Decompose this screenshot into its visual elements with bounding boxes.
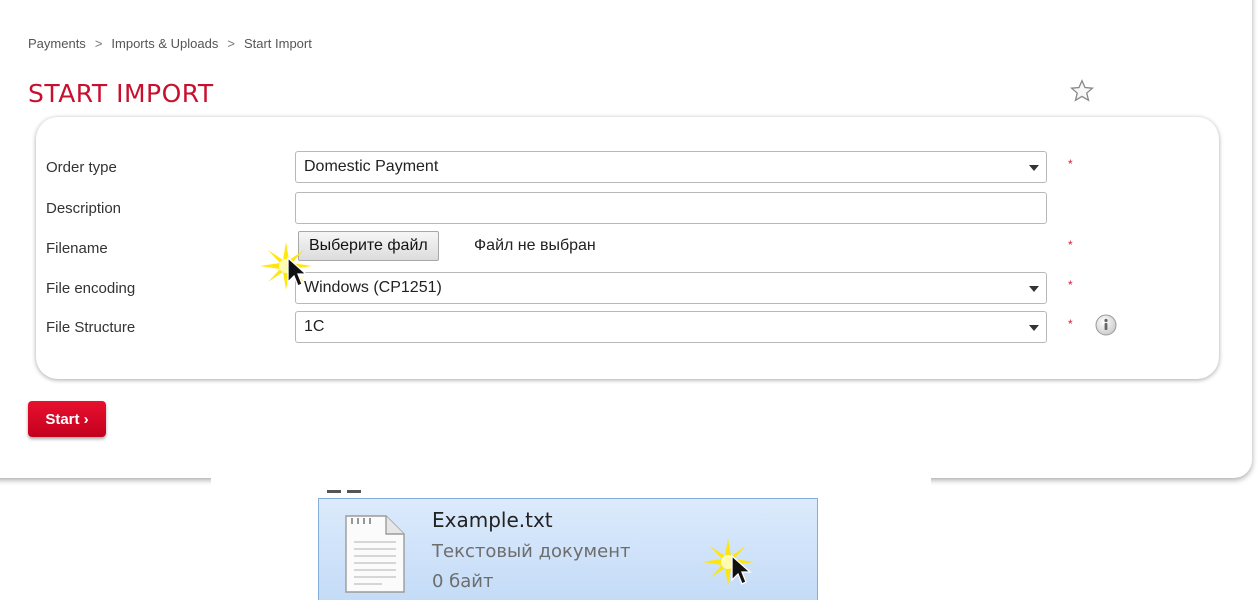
file-size: 0 байт (432, 571, 494, 592)
breadcrumb-start-import: Start Import (243, 36, 312, 51)
breadcrumb-imports-uploads[interactable]: Imports & Uploads (111, 36, 218, 51)
import-form: Order type Domestic Payment * Descriptio… (36, 117, 1219, 379)
breadcrumb-payments[interactable]: Payments (28, 36, 86, 51)
description-label: Description (46, 200, 122, 217)
description-input[interactable] (295, 192, 1047, 224)
file-encoding-value: Windows (CP1251) (304, 279, 442, 296)
file-structure-value: 1C (304, 318, 325, 335)
info-icon[interactable] (1095, 314, 1117, 336)
choose-file-button[interactable]: Выберите файл (298, 231, 439, 261)
required-mark: * (1068, 317, 1073, 331)
breadcrumb-separator: > (227, 36, 235, 51)
page-title: START IMPORT (28, 78, 214, 108)
required-mark: * (1068, 278, 1073, 292)
description-row: Description (36, 192, 1219, 226)
file-structure-row: File Structure 1C * (36, 311, 1219, 345)
star-icon[interactable] (1069, 78, 1095, 104)
mouse-cursor-icon (260, 242, 312, 290)
filename-row: Filename Выберите файл Файл не выбран * (36, 231, 1219, 266)
file-structure-select[interactable]: 1C (295, 311, 1047, 343)
dropdown-arrow-icon (1029, 325, 1039, 331)
order-type-select[interactable]: Domestic Payment (295, 151, 1047, 183)
required-mark: * (1068, 157, 1073, 171)
text-document-icon (345, 515, 405, 593)
file-structure-label: File Structure (46, 319, 136, 336)
file-encoding-row: File encoding Windows (CP1251) * (36, 272, 1219, 306)
filename-label: Filename (46, 240, 108, 257)
required-mark: * (1068, 238, 1073, 252)
dropdown-arrow-icon (1029, 165, 1039, 171)
file-encoding-select[interactable]: Windows (CP1251) (295, 272, 1047, 304)
mouse-cursor-icon (702, 538, 754, 586)
start-button[interactable]: Start › (28, 401, 106, 437)
file-name: Example.txt (432, 508, 553, 532)
order-type-label: Order type (46, 159, 117, 176)
order-type-value: Domestic Payment (304, 158, 439, 175)
breadcrumb: Payments > Imports & Uploads > Start Imp… (28, 36, 312, 51)
breadcrumb-separator: > (94, 36, 103, 51)
file-status: Файл не выбран (474, 237, 596, 254)
dropdown-arrow-icon (1029, 286, 1039, 292)
file-encoding-label: File encoding (46, 280, 136, 297)
order-type-row: Order type Domestic Payment * (36, 151, 1219, 185)
explorer-column-marks (327, 480, 367, 493)
file-type: Текстовый документ (432, 541, 631, 562)
